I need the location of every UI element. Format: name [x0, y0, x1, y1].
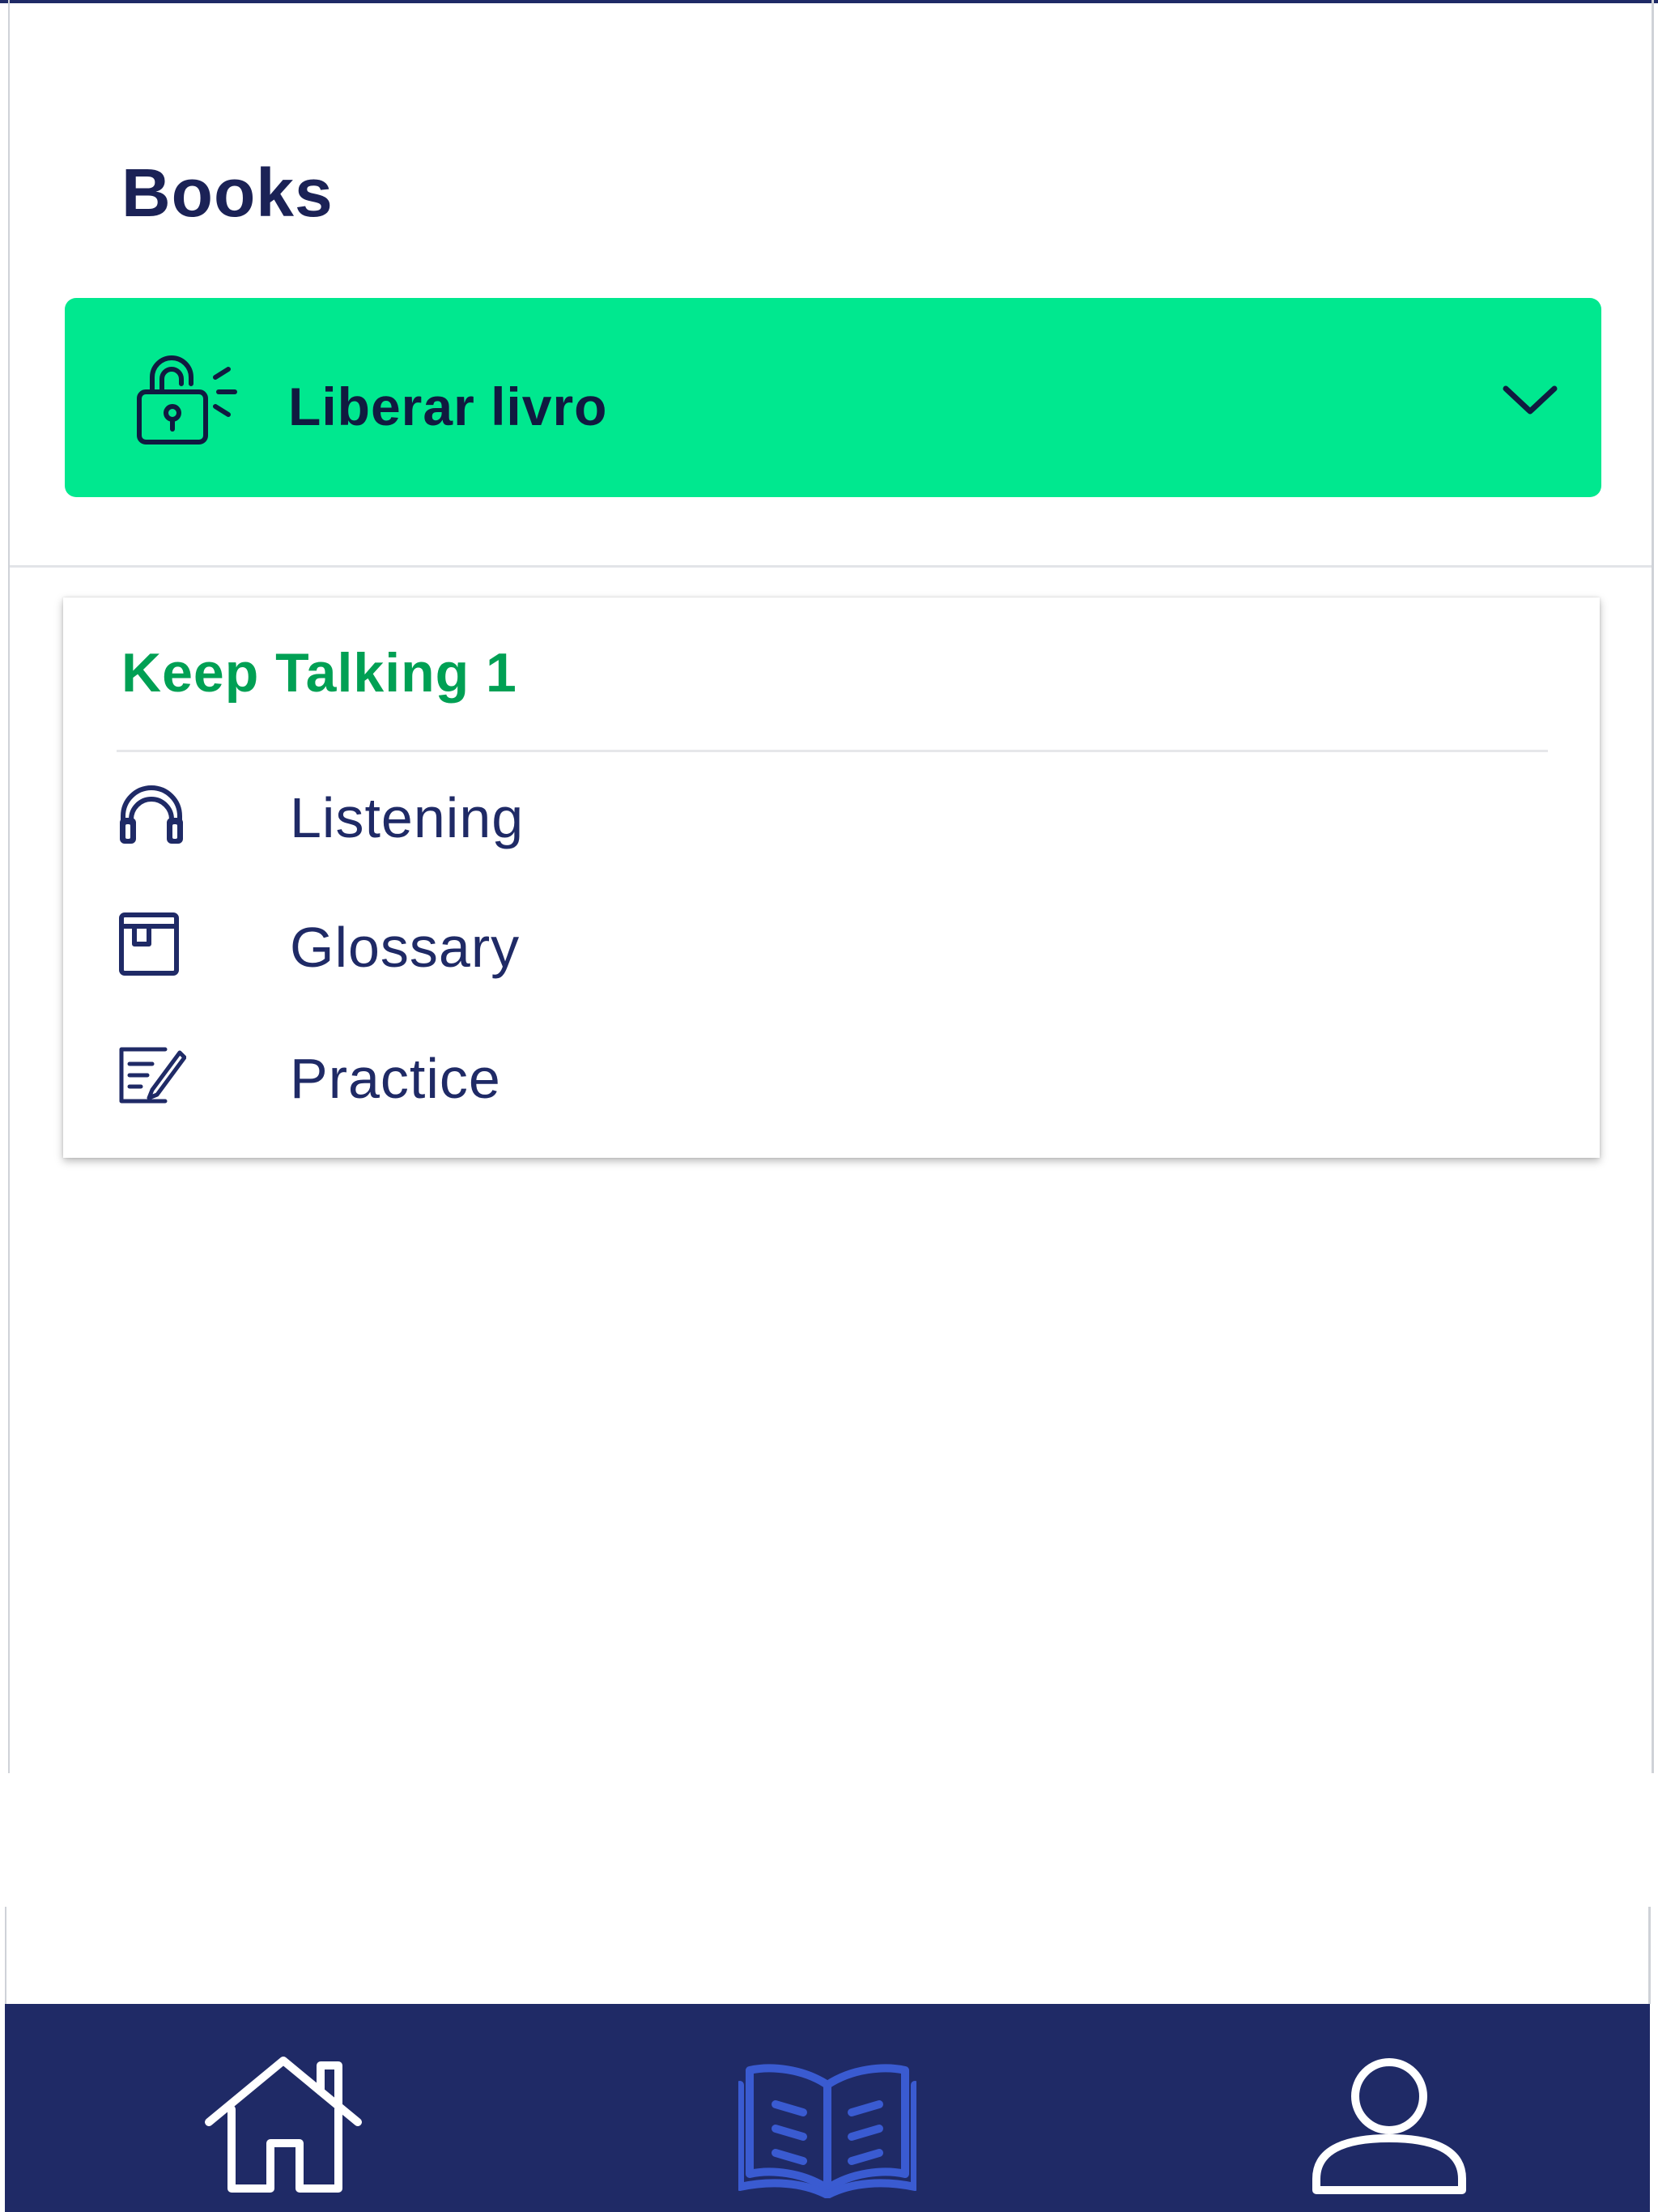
frame-edge-right-lower [1648, 1907, 1651, 2004]
section-divider [10, 565, 1652, 568]
headphones-icon [120, 785, 183, 844]
menu-item-glossary[interactable]: Glossary [117, 894, 1541, 999]
frame-edge-left [8, 0, 10, 1773]
frame-edge-left-lower [5, 1907, 6, 2004]
unlock-book-dropdown[interactable]: Liberar livro [65, 298, 1601, 497]
top-edge [0, 0, 1658, 3]
open-book-icon [736, 2064, 919, 2199]
bottom-navigation-bar [5, 2004, 1650, 2212]
menu-item-label: Listening [290, 786, 525, 849]
menu-item-label: Glossary [290, 916, 521, 979]
frame-edge-right [1652, 0, 1654, 1773]
chevron-down-icon[interactable] [1498, 379, 1562, 419]
book-card: Keep Talking 1 Listening Glossary Practi… [63, 598, 1600, 1158]
nav-profile-button[interactable] [1300, 2052, 1478, 2198]
menu-item-listening[interactable]: Listening [117, 764, 1541, 870]
menu-item-practice[interactable]: Practice [117, 1025, 1541, 1130]
nav-books-button[interactable] [736, 2052, 919, 2199]
menu-item-label: Practice [290, 1047, 501, 1110]
home-icon [205, 2057, 362, 2193]
user-icon [1312, 2058, 1466, 2194]
books-screen: Books Liberar livro Keep Talking 1 Liste… [0, 0, 1658, 2212]
glossary-book-icon [119, 912, 179, 976]
unlock-padlock-icon [137, 355, 237, 445]
page-title: Books [121, 155, 334, 231]
card-divider [117, 750, 1548, 752]
practice-edit-icon [119, 1047, 186, 1104]
book-title[interactable]: Keep Talking 1 [121, 641, 517, 704]
nav-home-button[interactable] [199, 2052, 377, 2198]
unlock-book-label: Liberar livro [288, 376, 608, 436]
